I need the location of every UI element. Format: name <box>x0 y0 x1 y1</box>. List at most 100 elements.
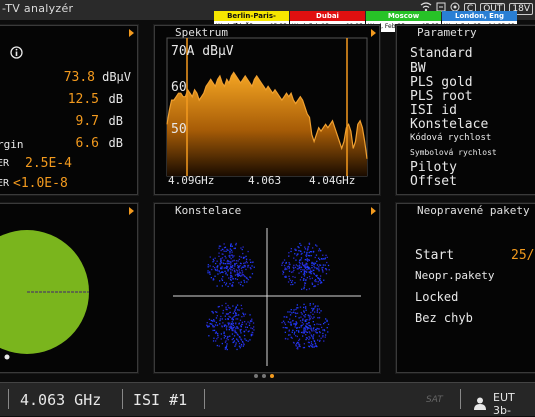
constellation-point <box>232 319 234 321</box>
measurement-panel[interactable]: 73.8 dBµV 12.5 dB 9.7 dB rgin 6.6 dB ER … <box>0 25 138 195</box>
constellation-point <box>317 283 319 286</box>
constellation-point <box>244 326 247 328</box>
constellation-point <box>222 309 224 312</box>
isi-display[interactable]: ISI #1 <box>133 391 187 409</box>
constellation-point <box>235 318 237 320</box>
constellation-point <box>247 340 249 342</box>
constellation-point <box>311 262 313 264</box>
constellation-point <box>295 323 297 325</box>
constellation-point <box>303 329 305 332</box>
constellation-point <box>304 316 306 318</box>
constellation-point <box>317 281 319 283</box>
constellation-point <box>246 326 248 328</box>
constellation-point <box>213 337 215 339</box>
constellation-point <box>316 332 318 334</box>
constellation-point <box>305 306 307 308</box>
constellation-point <box>306 253 308 255</box>
clock-city: London, Eng <box>442 11 517 21</box>
packets-panel[interactable]: Neopravené pakety Start 25/ Neopr.pakety… <box>396 203 535 373</box>
constellation-point <box>303 315 305 317</box>
constellation-point <box>242 252 244 255</box>
constellation-point <box>290 324 292 326</box>
constellation-point <box>300 326 302 328</box>
constellation-point <box>312 313 314 315</box>
page-indicator[interactable] <box>254 374 274 378</box>
expand-arrow-icon[interactable] <box>129 29 134 37</box>
constellation-point <box>323 340 325 342</box>
constellation-point <box>220 338 222 340</box>
constellation-panel[interactable]: Konstelace <box>154 203 380 373</box>
constellation-point <box>221 285 223 287</box>
constellation-point <box>288 267 290 270</box>
info-icon[interactable] <box>10 44 23 63</box>
constellation-point <box>293 264 295 266</box>
constellation-point <box>223 281 225 284</box>
constellation-point <box>224 335 227 337</box>
pie-panel[interactable] <box>0 203 138 373</box>
constellation-point <box>308 327 310 329</box>
constellation-point <box>320 258 323 260</box>
constellation-point <box>251 265 253 267</box>
constellation-point <box>302 319 304 321</box>
constellation-point <box>245 268 247 271</box>
constellation-point <box>240 247 242 249</box>
constellation-point <box>309 325 312 327</box>
constellation-point <box>247 250 249 253</box>
constellation-point <box>317 277 320 280</box>
constellation-point <box>292 266 294 268</box>
constellation-point <box>313 334 315 336</box>
constellation-point <box>244 262 246 264</box>
constellation-point <box>314 256 316 259</box>
constellation-point <box>233 267 235 270</box>
constellation-point <box>230 261 232 263</box>
constellation-point <box>223 332 225 334</box>
constellation-point <box>232 278 234 280</box>
constellation-point <box>230 264 232 266</box>
constellation-point <box>288 275 290 277</box>
constellation-point <box>306 269 308 271</box>
constellation-point <box>313 316 315 318</box>
constellation-plot <box>173 228 361 366</box>
constellation-point <box>295 315 297 318</box>
constellation-point <box>229 248 231 250</box>
constellation-point <box>314 311 316 313</box>
constellation-point <box>313 340 316 342</box>
constellation-point <box>301 262 304 264</box>
constellation-point <box>232 305 234 307</box>
page-dot[interactable] <box>254 374 258 378</box>
measurement-unit: dBµV <box>102 70 131 84</box>
constellation-point <box>249 322 251 324</box>
constellation-point <box>238 282 240 284</box>
param-standard: Standard <box>410 46 473 61</box>
constellation-point <box>235 344 237 346</box>
constellation-point <box>231 245 233 247</box>
constellation-point <box>305 325 307 327</box>
constellation-point <box>239 283 242 286</box>
spectrum-panel[interactable]: Spektrum 70A dBµV 60 50 4.09GHz 4.063 4.… <box>154 25 380 195</box>
constellation-point <box>293 257 295 259</box>
constellation-point <box>283 322 286 324</box>
constellation-point <box>221 318 223 320</box>
constellation-point <box>289 334 291 336</box>
user-menu[interactable]: EUT 3b- <box>473 391 535 417</box>
constellation-point <box>253 329 255 331</box>
frequency-display[interactable]: 4.063 GHz <box>20 391 101 409</box>
constellation-point <box>309 303 311 305</box>
constellation-point <box>212 277 215 280</box>
constellation-point <box>212 329 214 332</box>
constellation-point <box>318 323 320 325</box>
constellation-point <box>223 243 225 245</box>
constellation-point <box>243 330 245 333</box>
constellation-point <box>236 273 238 276</box>
constellation-point <box>284 327 286 329</box>
constellation-point <box>212 340 215 342</box>
constellation-point <box>300 316 302 318</box>
constellation-point <box>290 271 293 273</box>
constellation-point <box>244 321 246 323</box>
constellation-point <box>236 262 238 264</box>
constellation-point <box>214 267 216 269</box>
constellation-point <box>211 310 213 313</box>
page-dot-active[interactable] <box>270 374 274 378</box>
constellation-point <box>239 319 242 321</box>
page-dot[interactable] <box>262 374 266 378</box>
